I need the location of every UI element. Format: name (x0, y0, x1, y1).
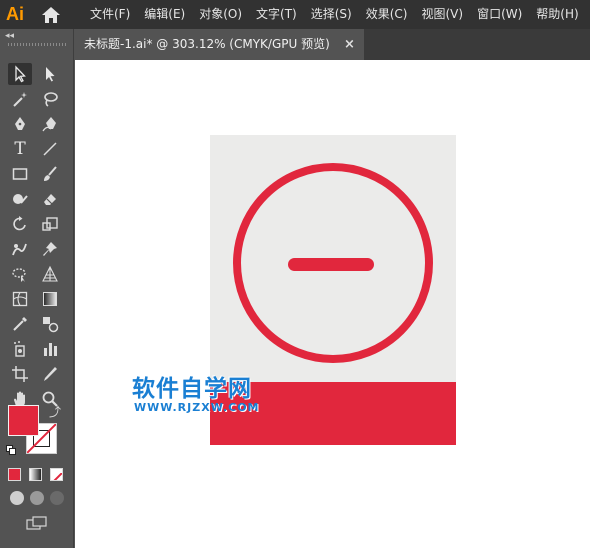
panel-grip[interactable] (8, 43, 66, 46)
mesh-tool-icon[interactable] (8, 288, 32, 310)
artboard-tool-icon[interactable] (8, 363, 32, 385)
app-logo: Ai (6, 4, 24, 24)
none-slash-icon (53, 472, 62, 480)
rectangle-tool-icon[interactable] (8, 163, 32, 185)
eraser-tool-icon[interactable] (38, 188, 62, 210)
rotate-tool-icon[interactable] (8, 213, 32, 235)
close-icon[interactable]: × (344, 29, 355, 60)
perspective-grid-tool-icon[interactable] (38, 263, 62, 285)
home-icon[interactable] (40, 5, 62, 25)
menu-view[interactable]: 视图(V) (421, 0, 463, 29)
color-mode-button[interactable] (8, 468, 21, 481)
scale-tool-icon[interactable] (38, 213, 62, 235)
menu-object[interactable]: 对象(O) (199, 0, 242, 29)
curvature-tool-icon[interactable] (38, 113, 62, 135)
tools-panel: ◂◂ T ⤴ (0, 29, 74, 548)
document-tab-title: 未标题-1.ai* @ 303.12% (CMYK/GPU 预览) (84, 37, 330, 51)
shaper-tool-icon[interactable] (8, 188, 32, 210)
menu-window[interactable]: 窗口(W) (477, 0, 522, 29)
watermark: 软件自学网 WWW.RJZXW.COM (132, 376, 260, 414)
blend-tool-icon[interactable] (38, 313, 62, 335)
document-tab[interactable]: 未标题-1.ai* @ 303.12% (CMYK/GPU 预览) × (74, 29, 364, 60)
fill-color-swatch[interactable] (8, 405, 39, 436)
menu-file[interactable]: 文件(F) (90, 0, 130, 29)
direct-selection-tool-icon[interactable] (38, 63, 62, 85)
default-fill-stroke-icon[interactable] (6, 445, 16, 455)
type-tool-icon[interactable]: T (8, 138, 32, 160)
draw-inside-icon[interactable] (50, 491, 64, 505)
warp-tool-icon[interactable] (8, 238, 32, 260)
type-tool-glyph: T (14, 139, 26, 159)
menu-effect[interactable]: 效果(C) (366, 0, 408, 29)
canvas[interactable]: 软件自学网 WWW.RJZXW.COM (75, 60, 590, 548)
watermark-url: WWW.RJZXW.COM (134, 401, 260, 414)
collapse-panel-icon[interactable]: ◂◂ (5, 31, 14, 41)
swap-fill-stroke-icon[interactable]: ⤴ (49, 403, 61, 420)
lasso-tool-icon[interactable] (38, 88, 62, 110)
puppet-warp-tool-icon[interactable] (38, 238, 62, 260)
document-tab-bar: 未标题-1.ai* @ 303.12% (CMYK/GPU 预览) × (74, 29, 590, 60)
minus-bar (288, 258, 374, 271)
menu-bar: Ai 文件(F) 编辑(E) 对象(O) 文字(T) 选择(S) 效果(C) 视… (0, 0, 590, 29)
pen-tool-icon[interactable] (8, 113, 32, 135)
slice-tool-icon[interactable] (38, 363, 62, 385)
draw-normal-icon[interactable] (10, 491, 24, 505)
menu-select[interactable]: 选择(S) (311, 0, 352, 29)
symbol-sprayer-tool-icon[interactable] (8, 338, 32, 360)
paintbrush-tool-icon[interactable] (38, 163, 62, 185)
gradient-tool-icon[interactable] (38, 288, 62, 310)
free-transform-tool-icon[interactable] (8, 263, 32, 285)
magic-wand-tool-icon[interactable] (8, 88, 32, 110)
watermark-text: 软件自学网 (132, 376, 252, 402)
gradient-mode-button[interactable] (29, 468, 42, 481)
none-mode-button[interactable] (50, 468, 63, 481)
line-segment-tool-icon[interactable] (38, 138, 62, 160)
screen-mode-icon[interactable] (26, 516, 48, 530)
draw-behind-icon[interactable] (30, 491, 44, 505)
column-graph-tool-icon[interactable] (38, 338, 62, 360)
selection-tool-icon[interactable] (8, 63, 32, 85)
menu-edit[interactable]: 编辑(E) (144, 0, 185, 29)
eyedropper-tool-icon[interactable] (8, 313, 32, 335)
menu-help[interactable]: 帮助(H) (536, 0, 578, 29)
menu-type[interactable]: 文字(T) (256, 0, 297, 29)
